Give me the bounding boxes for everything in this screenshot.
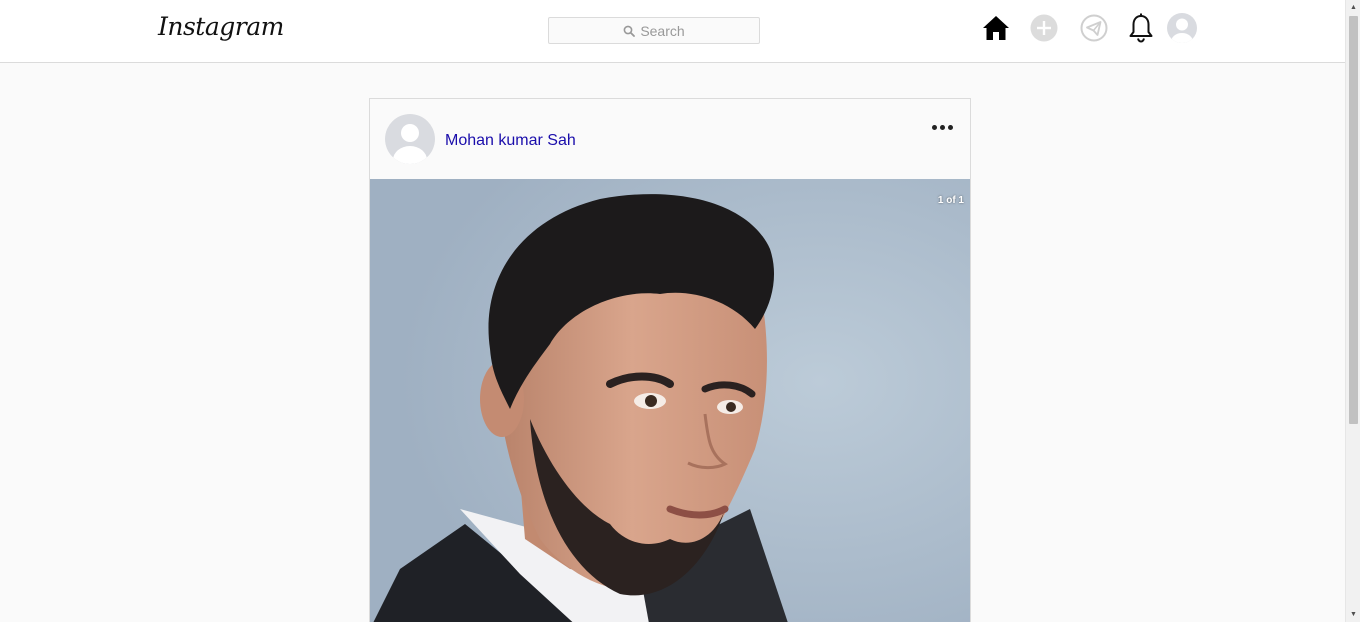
post-username-link[interactable]: Mohan kumar Sah (445, 132, 576, 150)
search-input[interactable]: Search (548, 17, 760, 44)
direct-message-icon[interactable] (1078, 12, 1110, 44)
scrollbar-thumb[interactable] (1349, 16, 1358, 424)
add-post-icon[interactable] (1028, 12, 1060, 44)
home-icon[interactable] (980, 12, 1012, 44)
post-author-avatar[interactable] (385, 114, 435, 164)
search-placeholder: Search (640, 22, 685, 39)
post-header: Mohan kumar Sah (370, 99, 970, 179)
vertical-scrollbar[interactable]: ▲ ▼ (1345, 0, 1360, 622)
image-counter: 1 of 1 (937, 195, 964, 206)
instagram-logo[interactable]: Instagram (158, 12, 284, 41)
post-image[interactable]: 1 of 1 (370, 179, 970, 622)
post-card: Mohan kumar Sah 1 of 1 (369, 98, 971, 622)
more-options-icon[interactable] (930, 121, 954, 133)
scroll-up-arrow-icon[interactable]: ▲ (1349, 3, 1358, 12)
notifications-bell-icon[interactable] (1125, 12, 1157, 44)
scroll-down-arrow-icon[interactable]: ▼ (1349, 610, 1358, 619)
profile-avatar-icon[interactable] (1166, 12, 1198, 44)
top-navigation-bar: Instagram Search (0, 0, 1345, 63)
search-icon (623, 25, 636, 37)
portrait-photo-illustration (370, 179, 970, 622)
